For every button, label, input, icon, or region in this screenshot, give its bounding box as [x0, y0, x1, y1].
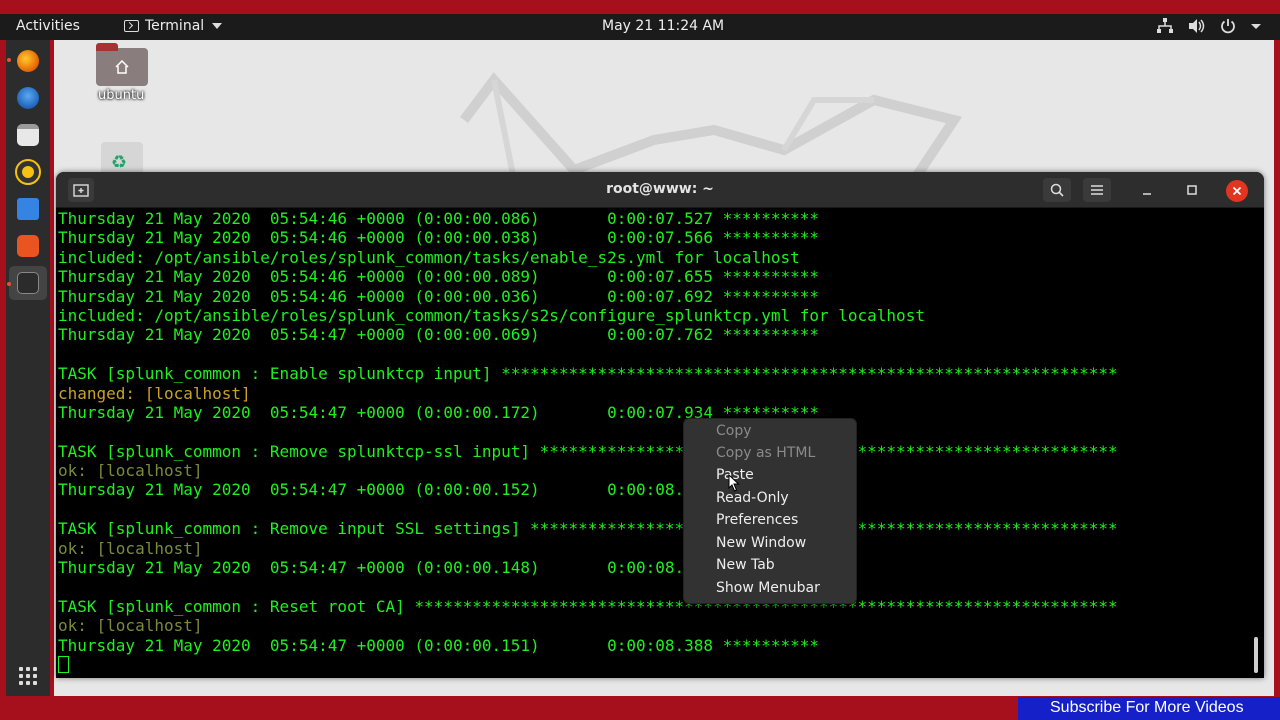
minimize-button[interactable]: [1134, 178, 1160, 202]
software-icon[interactable]: [17, 235, 39, 257]
menu-item-preferences[interactable]: Preferences: [716, 512, 798, 528]
running-indicator: [7, 58, 11, 62]
caret-down-icon: [212, 23, 223, 29]
close-icon: [1232, 186, 1242, 196]
show-apps-icon[interactable]: [19, 667, 37, 685]
frame-top: [0, 0, 1280, 14]
clock[interactable]: May 21 11:24 AM: [602, 18, 724, 34]
writer-icon[interactable]: [17, 198, 39, 220]
text-cursor: [58, 655, 69, 673]
terminal-line: TASK [splunk_common : Remove splunktcp-s…: [58, 441, 1118, 461]
terminal-line: changed: [localhost]: [58, 383, 251, 403]
terminal-line: TASK [splunk_common : Remove input SSL s…: [58, 519, 1118, 539]
terminal-header-bar[interactable]: root@www: ~: [56, 172, 1264, 208]
menu-item-copy[interactable]: Copy: [716, 423, 752, 439]
menu-item-new-window[interactable]: New Window: [716, 535, 806, 551]
terminal-line: Thursday 21 May 2020 05:54:47 +0000 (0:0…: [58, 325, 819, 345]
terminal-line: ok: [localhost]: [58, 461, 203, 481]
top-bar: Activities Terminal May 21 11:24 AM: [0, 14, 1280, 40]
terminal-line: Thursday 21 May 2020 05:54:47 +0000 (0:0…: [58, 558, 819, 578]
mouse-cursor-icon: [728, 474, 740, 492]
rhythmbox-icon[interactable]: [15, 159, 41, 185]
menu-item-new-tab[interactable]: New Tab: [716, 557, 775, 573]
terminal-line: Thursday 21 May 2020 05:54:47 +0000 (0:0…: [58, 402, 819, 422]
firefox-icon[interactable]: [17, 50, 39, 72]
home-folder-icon[interactable]: [96, 43, 148, 86]
search-button[interactable]: [1043, 178, 1071, 202]
terminal-line: Thursday 21 May 2020 05:54:47 +0000 (0:0…: [58, 635, 819, 655]
running-indicator: [7, 282, 11, 286]
minimize-icon: [1143, 193, 1151, 195]
home-folder-label[interactable]: ubuntu: [98, 88, 144, 103]
chevron-down-icon[interactable]: [1250, 21, 1262, 31]
activities-button[interactable]: Activities: [16, 18, 80, 34]
trash-icon[interactable]: ♻: [101, 142, 143, 174]
terminal-icon[interactable]: [17, 272, 39, 294]
maximize-button[interactable]: [1179, 178, 1205, 202]
menu-item-read-only[interactable]: Read-Only: [716, 490, 789, 506]
power-icon[interactable]: [1220, 18, 1236, 34]
home-icon: [115, 60, 129, 74]
terminal-line: TASK [splunk_common : Reset root CA] ***…: [58, 596, 1118, 616]
terminal-line: Thursday 21 May 2020 05:54:46 +0000 (0:0…: [58, 209, 819, 228]
terminal-line: ok: [localhost]: [58, 616, 203, 636]
terminal-line: included: /opt/ansible/roles/splunk_comm…: [58, 247, 800, 267]
menu-button[interactable]: [1083, 178, 1111, 202]
terminal-output[interactable]: Thursday 21 May 2020 05:54:46 +0000 (0:0…: [56, 208, 1264, 678]
terminal-line: TASK [splunk_common : Enable splunktcp i…: [58, 364, 1118, 384]
terminal-scrollbar[interactable]: [1254, 637, 1258, 673]
terminal-line: included: /opt/ansible/roles/splunk_comm…: [58, 305, 925, 325]
app-menu[interactable]: Terminal: [124, 18, 223, 34]
volume-icon[interactable]: [1188, 18, 1206, 34]
hamburger-icon: [1091, 185, 1103, 195]
terminal-line: ok: [localhost]: [58, 538, 203, 558]
maximize-icon: [1187, 185, 1197, 195]
menu-item-copy-as-html[interactable]: Copy as HTML: [716, 445, 815, 461]
wallpaper-pattern: [460, 72, 963, 180]
recycle-icon: ♻: [111, 152, 128, 173]
terminal-line: Thursday 21 May 2020 05:54:47 +0000 (0:0…: [58, 480, 819, 500]
context-menu[interactable]: Copy Copy as HTML Paste Read-Only Prefer…: [683, 418, 857, 604]
frame-right: [1274, 40, 1280, 696]
dock: [6, 40, 50, 696]
terminal-line: Thursday 21 May 2020 05:54:46 +0000 (0:0…: [58, 267, 819, 287]
terminal-prompt-line[interactable]: [58, 655, 1264, 674]
files-icon[interactable]: [17, 124, 39, 146]
terminal-window[interactable]: root@www: ~ Thursday 21 May 2020 05:54:4…: [56, 172, 1264, 678]
thunderbird-icon[interactable]: [17, 87, 39, 109]
menu-item-show-menubar[interactable]: Show Menubar: [716, 580, 820, 596]
network-icon[interactable]: [1156, 18, 1174, 34]
search-icon: [1050, 183, 1064, 197]
terminal-small-icon: [124, 20, 139, 32]
system-tray[interactable]: [1156, 18, 1262, 34]
terminal-line: Thursday 21 May 2020 05:54:46 +0000 (0:0…: [58, 286, 819, 306]
terminal-line: Thursday 21 May 2020 05:54:46 +0000 (0:0…: [58, 228, 819, 248]
close-button[interactable]: [1226, 180, 1248, 202]
app-menu-label: Terminal: [145, 18, 205, 34]
subscribe-banner: Subscribe For More Videos: [1018, 697, 1280, 720]
